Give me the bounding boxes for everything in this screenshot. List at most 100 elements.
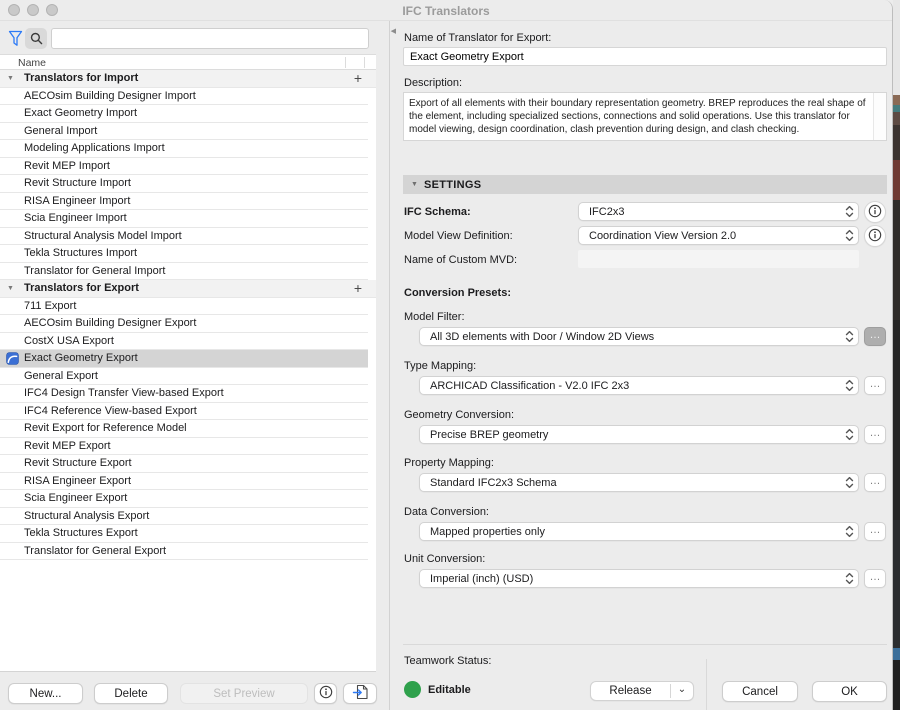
stepper-icon xyxy=(845,379,854,392)
editable-status-icon xyxy=(404,681,421,698)
settings-section-header[interactable]: ▼ SETTINGS xyxy=(403,175,887,194)
list-item[interactable]: Exact Geometry Import xyxy=(0,105,368,123)
model-filter-select[interactable]: All 3D elements with Door / Window 2D Vi… xyxy=(419,327,859,346)
list-item[interactable]: Tekla Structures Import xyxy=(0,245,368,263)
custom-mvd-field xyxy=(578,250,859,268)
cancel-button[interactable]: Cancel xyxy=(722,681,798,702)
list-item[interactable]: Revit Structure Export xyxy=(0,455,368,473)
list-item[interactable]: Structural Analysis Export xyxy=(0,508,368,525)
list-column-header[interactable]: Name xyxy=(0,54,376,70)
stepper-icon xyxy=(845,205,854,218)
filter-icon[interactable] xyxy=(8,30,23,47)
release-button[interactable]: Release ⌄ xyxy=(590,681,694,701)
translator-name-input[interactable] xyxy=(403,47,887,66)
translator-list-panel: ◀ Name ▼ Translators for Import + AECOsim B… xyxy=(0,21,396,710)
info-button[interactable] xyxy=(314,683,337,704)
list-item[interactable]: Scia Engineer Import xyxy=(0,210,368,228)
model-filter-label: Model Filter: xyxy=(404,311,465,323)
list-item[interactable]: AECOsim Building Designer Import xyxy=(0,88,368,105)
data-conversion-more-button[interactable]: … xyxy=(864,522,886,541)
add-translator-button[interactable]: + xyxy=(354,281,362,296)
list-item[interactable]: Revit Export for Reference Model xyxy=(0,420,368,438)
ok-button[interactable]: OK xyxy=(812,681,887,702)
stepper-icon xyxy=(845,330,854,343)
list-item[interactable]: Revit MEP Export xyxy=(0,438,368,455)
list-item[interactable]: General Import xyxy=(0,123,368,140)
ifc-schema-select[interactable]: IFC2x3 xyxy=(578,202,859,221)
data-conversion-label: Data Conversion: xyxy=(404,506,489,518)
list-item[interactable]: Revit Structure Import xyxy=(0,175,368,193)
list-item[interactable]: Translator for General Export xyxy=(0,543,368,560)
mvd-label: Model View Definition: xyxy=(404,230,513,242)
new-button[interactable]: New... xyxy=(8,683,83,704)
description-label: Description: xyxy=(404,77,463,89)
list-item[interactable]: Tekla Structures Export xyxy=(0,525,368,543)
ifc-schema-label: IFC Schema: xyxy=(404,206,471,218)
search-input[interactable] xyxy=(51,28,369,49)
disclosure-triangle-icon[interactable]: ▼ xyxy=(7,285,14,292)
type-mapping-select[interactable]: ARCHICAD Classification - V2.0 IFC 2x3 xyxy=(419,376,859,395)
group-header[interactable]: ▼ Translators for Export + xyxy=(0,280,376,298)
list-item[interactable]: Modeling Applications Import xyxy=(0,140,368,158)
list-item[interactable]: RISA Engineer Import xyxy=(0,193,368,210)
list-item[interactable]: 711 Export xyxy=(0,298,368,315)
stepper-icon xyxy=(845,229,854,242)
geometry-conversion-select[interactable]: Precise BREP geometry xyxy=(419,425,859,444)
stepper-icon xyxy=(845,525,854,538)
description-box[interactable]: Export of all elements with their bounda… xyxy=(403,92,887,141)
search-icon[interactable] xyxy=(25,28,47,49)
stepper-icon xyxy=(845,476,854,489)
list-item[interactable]: Revit MEP Import xyxy=(0,158,368,175)
unit-conversion-more-button[interactable]: … xyxy=(864,569,886,588)
add-translator-button[interactable]: + xyxy=(354,71,362,86)
group-header[interactable]: ▼ Translators for Import + xyxy=(0,70,376,88)
divider xyxy=(706,659,707,710)
panel-collapse-icon[interactable]: ◀ xyxy=(391,27,396,35)
list-item[interactable]: Scia Engineer Export xyxy=(0,490,368,508)
import-export-button[interactable] xyxy=(343,683,377,704)
info-icon xyxy=(319,685,333,702)
list-item[interactable]: General Export xyxy=(0,368,368,385)
mvd-info-button[interactable] xyxy=(864,225,886,247)
window-title: IFC Translators xyxy=(402,4,490,18)
list-item[interactable]: IFC4 Design Transfer View-based Export xyxy=(0,385,368,403)
geometry-conversion-more-button[interactable]: … xyxy=(864,425,886,444)
disclosure-triangle-icon: ▼ xyxy=(411,181,418,188)
unit-conversion-select[interactable]: Imperial (inch) (USD) xyxy=(419,569,859,588)
disclosure-triangle-icon[interactable]: ▼ xyxy=(7,75,14,82)
archicad-translator-icon xyxy=(6,351,19,365)
mvd-select[interactable]: Coordination View Version 2.0 xyxy=(578,226,859,245)
ifc-translators-dialog: IFC Translators ◀ Name ▼ Translators for … xyxy=(0,0,900,710)
search-row xyxy=(0,28,389,50)
property-mapping-label: Property Mapping: xyxy=(404,457,494,469)
list-item[interactable]: RISA Engineer Export xyxy=(0,473,368,490)
delete-button[interactable]: Delete xyxy=(94,683,168,704)
list-item[interactable]: IFC4 Reference View-based Export xyxy=(0,403,368,420)
property-mapping-select[interactable]: Standard IFC2x3 Schema xyxy=(419,473,859,492)
property-mapping-more-button[interactable]: … xyxy=(864,473,886,492)
list-item[interactable]: Translator for General Import xyxy=(0,263,368,280)
list-item[interactable]: Exact Geometry Export xyxy=(0,350,368,368)
name-label: Name of Translator for Export: xyxy=(404,32,552,44)
type-mapping-label: Type Mapping: xyxy=(404,360,477,372)
list-item[interactable]: AECOsim Building Designer Export xyxy=(0,315,368,333)
translator-settings-panel: Name of Translator for Export: Descripti… xyxy=(391,21,892,710)
data-conversion-select[interactable]: Mapped properties only xyxy=(419,522,859,541)
ifc-schema-info-button[interactable] xyxy=(864,201,886,223)
info-icon xyxy=(868,204,882,221)
geometry-conversion-label: Geometry Conversion: xyxy=(404,409,515,421)
list-item[interactable]: Structural Analysis Model Import xyxy=(0,228,368,245)
set-preview-button[interactable]: Set Preview xyxy=(180,683,308,704)
conversion-presets-label: Conversion Presets: xyxy=(404,287,511,299)
desktop-background xyxy=(893,0,900,710)
translator-list: ▼ Translators for Import + AECOsim Building… xyxy=(0,70,376,672)
chevron-down-icon: ⌄ xyxy=(677,683,687,695)
list-item[interactable]: CostX USA Export xyxy=(0,333,368,350)
description-scrollbar[interactable] xyxy=(873,93,886,140)
custom-mvd-label: Name of Custom MVD: xyxy=(404,254,518,266)
titlebar[interactable]: IFC Translators xyxy=(0,0,892,21)
list-footer: New... Delete Set Preview xyxy=(0,672,389,710)
stepper-icon xyxy=(845,428,854,441)
model-filter-more-button[interactable]: … xyxy=(864,327,886,346)
type-mapping-more-button[interactable]: … xyxy=(864,376,886,395)
